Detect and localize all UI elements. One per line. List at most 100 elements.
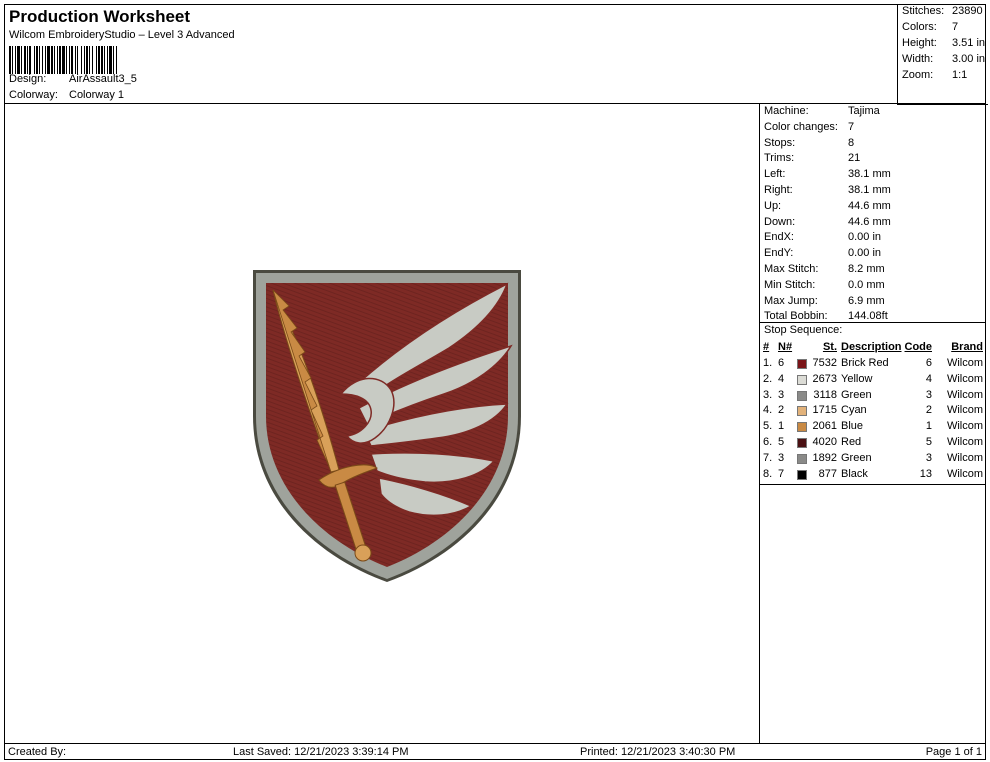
color-swatch (797, 359, 807, 369)
stitch-count: 2061 (812, 420, 837, 433)
stitch-count: 1892 (812, 451, 837, 464)
table-row: 3. 3 3118 Green 3 Wilcom (760, 389, 986, 404)
needle-number: 7 (778, 467, 785, 480)
color-swatch (797, 406, 807, 417)
info-row: Stops: 8 (764, 137, 854, 149)
needle-number: 4 (778, 372, 785, 385)
table-row: 4. 2 1715 Cyan 2 Wilcom (760, 404, 986, 419)
needle-number: 2 (778, 404, 785, 417)
shield-emblem (253, 270, 521, 582)
stitches-label: Stitches: (902, 5, 945, 17)
info-row: Total Bobbin: 144.08ft (764, 310, 888, 322)
info-value: 44.6 mm (848, 199, 891, 212)
stitch-count: 1715 (812, 404, 837, 417)
info-row: Down: 44.6 mm (764, 216, 891, 228)
info-value: 0.00 in (848, 231, 882, 244)
design-preview-area (5, 103, 760, 743)
info-value: 144.08ft (848, 310, 888, 323)
needle-number: 6 (778, 357, 785, 369)
created-by: Created By: (8, 746, 67, 758)
info-row: Color changes: 7 (764, 121, 854, 133)
info-value: 0.00 in (848, 247, 882, 260)
info-row: Min Stitch: 0.0 mm (764, 279, 885, 291)
thread-code: 3 (925, 388, 932, 401)
row-number: 8. (763, 467, 773, 480)
design-stats: Stitches: 23890 Colors: 7 Height: 3.51 in W… (897, 4, 988, 105)
info-value: 7 (848, 120, 855, 133)
info-label: Color changes: (764, 120, 838, 133)
info-row: Max Jump: 6.9 mm (764, 295, 885, 307)
info-row: Up: 44.6 mm (764, 200, 891, 212)
row-number: 7. (763, 451, 773, 464)
color-description: Green (841, 451, 872, 464)
colorway-label: Colorway: (9, 89, 58, 101)
barcode-bar (116, 46, 117, 74)
col-header-brand: Brand (951, 341, 983, 353)
info-label: EndX: (764, 231, 794, 244)
table-row: 2. 4 2673 Yellow 4 Wilcom (760, 373, 986, 388)
stitch-count: 4020 (812, 436, 837, 448)
last-saved: Last Saved: 12/21/2023 3:39:14 PM (233, 746, 409, 758)
info-label: Stops: (764, 136, 796, 149)
info-value: 21 (848, 152, 861, 165)
stitch-count: 2673 (812, 372, 837, 385)
color-description: Green (841, 388, 872, 401)
col-header-needle: N# (778, 341, 793, 353)
barcode (9, 46, 205, 74)
info-label: Max Jump: (764, 294, 818, 307)
stitches-row: Stitches: 23890 (902, 5, 983, 17)
col-header-code: Code (904, 341, 933, 353)
printed-date: Printed: 12/21/2023 3:40:30 PM (580, 746, 736, 758)
row-number: 4. (763, 404, 773, 417)
color-swatch (797, 374, 807, 385)
design-row: Design: AirAssault3_5 (9, 73, 137, 85)
thread-brand: Wilcom (946, 436, 983, 448)
stitch-count: 877 (818, 467, 837, 480)
info-divider (760, 322, 986, 323)
row-number: 1. (763, 357, 773, 369)
color-description: Blue (841, 420, 864, 433)
stitch-count: 3118 (813, 388, 837, 401)
color-swatch (797, 390, 807, 401)
info-value: 6.9 mm (848, 294, 885, 307)
needle-number: 3 (778, 388, 785, 401)
machine-info-panel: Machine: Tajima Color changes: 7 Stops: 8 Trim… (760, 103, 986, 743)
thread-code: 13 (919, 467, 932, 480)
row-number: 5. (763, 420, 773, 433)
needle-number: 3 (778, 451, 785, 464)
width-label: Width: (902, 53, 934, 65)
table-row: 6. 5 4020 Red 5 Wilcom (760, 436, 986, 451)
colors-value: 7 (952, 21, 959, 33)
info-label: Min Stitch: (764, 278, 816, 291)
design-value: AirAssault3_5 (69, 73, 137, 85)
info-label: EndY: (764, 247, 794, 260)
thread-code: 6 (925, 357, 932, 369)
thread-brand: Wilcom (946, 420, 983, 433)
color-swatch (797, 422, 807, 433)
info-label: Total Bobbin: (764, 310, 828, 323)
zoom-value: 1:1 (952, 69, 968, 81)
stitch-count: 7532 (812, 357, 837, 369)
zoom-label: Zoom: (902, 69, 934, 81)
info-value: 44.6 mm (848, 215, 891, 228)
color-swatch (797, 469, 807, 480)
info-value: 8.2 mm (848, 263, 885, 275)
table-divider (760, 484, 986, 485)
color-description: Red (841, 436, 862, 448)
design-label: Design: (9, 73, 47, 85)
info-row: Left: 38.1 mm (764, 168, 891, 180)
thread-brand: Wilcom (946, 451, 983, 464)
worksheet-page: Production Worksheet Wilcom EmbroiderySt… (0, 0, 990, 762)
info-value: Tajima (848, 105, 880, 117)
info-label: Up: (764, 199, 782, 212)
page-number: Page 1 of 1 (925, 746, 982, 758)
info-label: Max Stitch: (764, 263, 819, 275)
color-description: Black (841, 467, 868, 480)
worksheet-header: Production Worksheet Wilcom EmbroiderySt… (4, 4, 988, 105)
needle-number: 5 (778, 436, 785, 448)
height-row: Height: 3.51 in (902, 37, 985, 49)
stitches-value: 23890 (952, 5, 983, 17)
info-value: 8 (848, 136, 855, 149)
info-row: Trims: 21 (764, 152, 860, 164)
stop-sequence-title: Stop Sequence: (764, 324, 843, 336)
